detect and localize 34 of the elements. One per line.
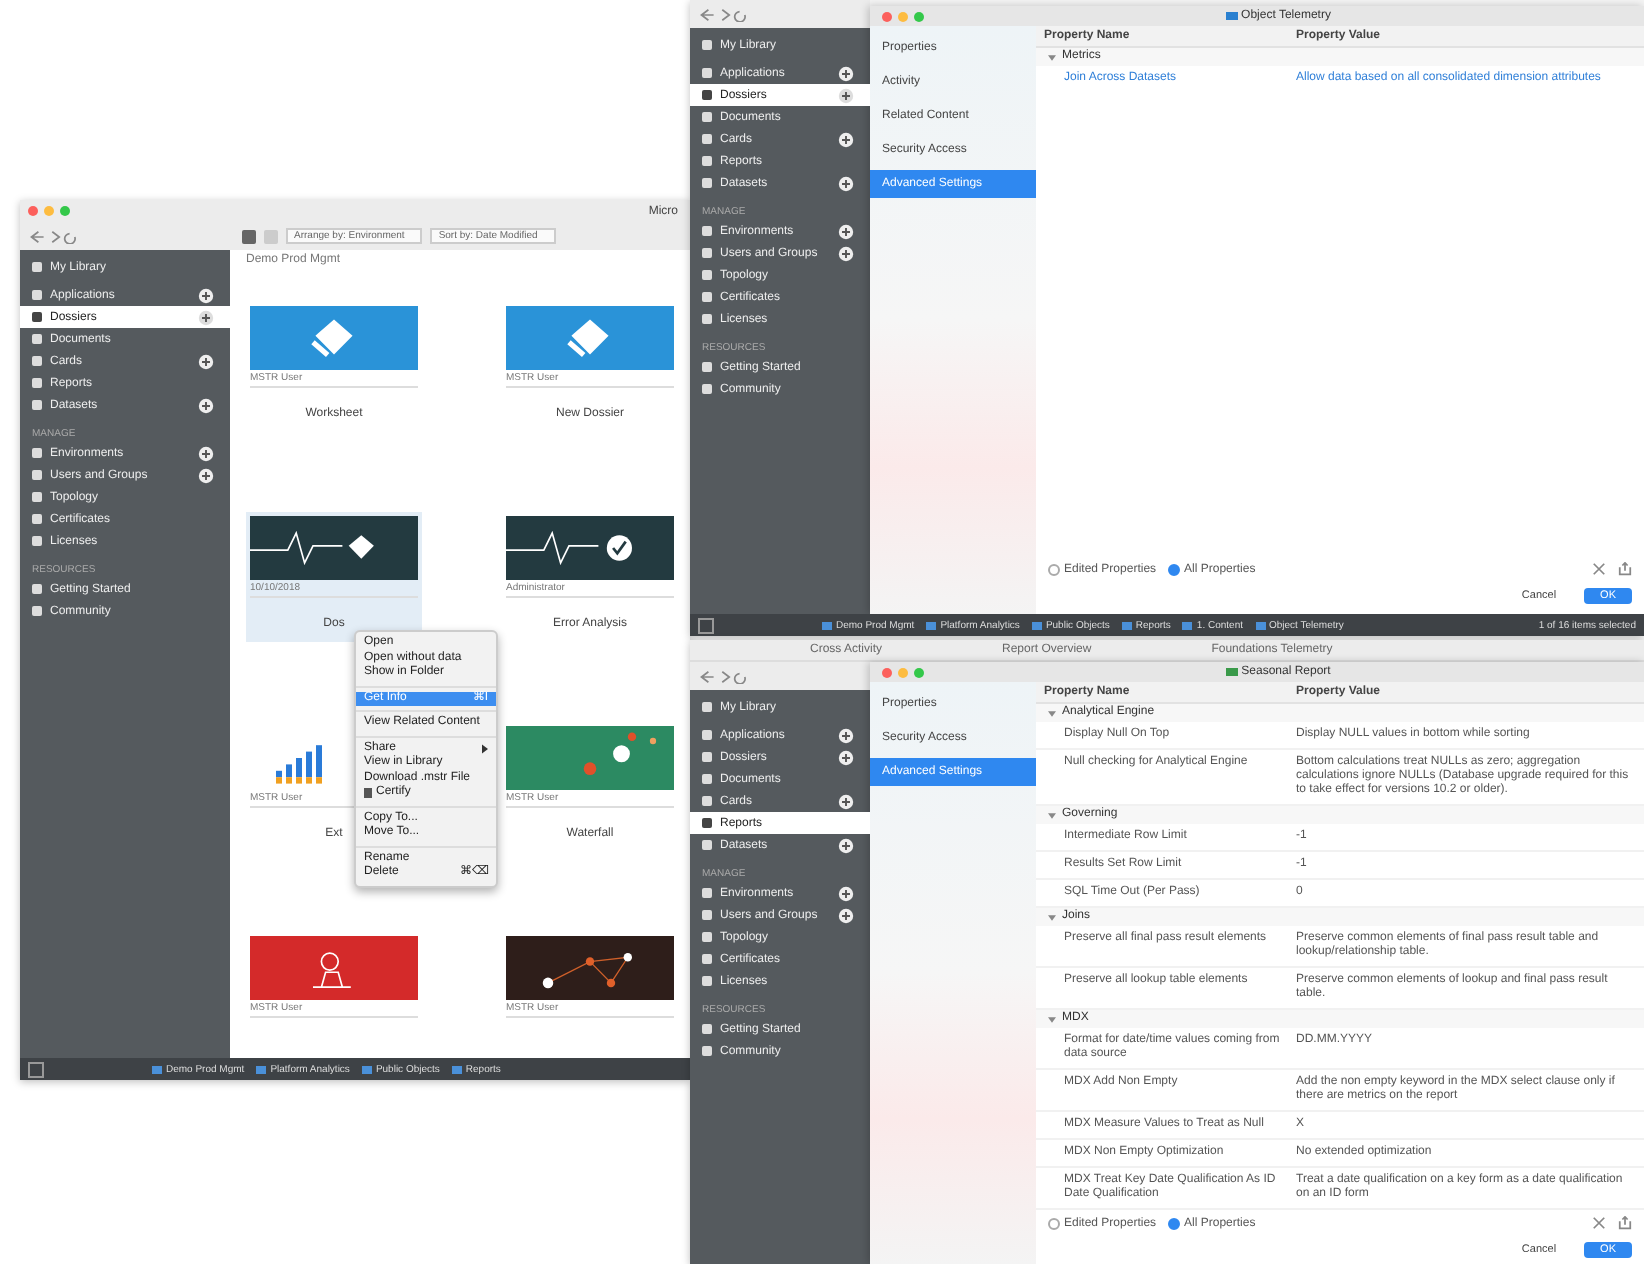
caret-icon[interactable] xyxy=(1048,913,1056,921)
caret-icon[interactable] xyxy=(1048,811,1056,819)
add-icon[interactable] xyxy=(838,793,854,809)
add-icon[interactable] xyxy=(198,287,214,303)
caret-icon[interactable] xyxy=(1048,53,1056,61)
navigation-arrows-icon[interactable] xyxy=(28,229,80,243)
add-icon[interactable] xyxy=(838,885,854,901)
sidebar-toggle-icon[interactable] xyxy=(698,617,714,633)
add-icon[interactable] xyxy=(838,749,854,765)
grid-view-icon[interactable] xyxy=(242,229,256,243)
sidebar-toggle-icon[interactable] xyxy=(28,1061,44,1077)
add-icon[interactable] xyxy=(838,131,854,147)
add-icon[interactable] xyxy=(198,445,214,461)
add-icon[interactable] xyxy=(838,727,854,743)
add-icon[interactable] xyxy=(838,907,854,923)
export-icon[interactable] xyxy=(1618,1216,1632,1230)
add-icon[interactable] xyxy=(198,397,214,413)
add-icon[interactable] xyxy=(838,245,854,261)
window-controls-icon[interactable] xyxy=(28,206,70,216)
add-icon[interactable] xyxy=(198,467,214,483)
add-icon[interactable] xyxy=(198,309,214,325)
add-icon[interactable] xyxy=(838,175,854,191)
export-icon[interactable] xyxy=(1618,562,1632,576)
navigation-arrows-icon[interactable] xyxy=(698,669,750,683)
add-icon[interactable] xyxy=(198,353,214,369)
add-icon[interactable] xyxy=(838,837,854,853)
reset-icon[interactable] xyxy=(1592,1216,1606,1230)
navigation-arrows-icon[interactable] xyxy=(698,7,750,21)
add-icon[interactable] xyxy=(838,223,854,239)
caret-icon[interactable] xyxy=(1048,709,1056,717)
reset-icon[interactable] xyxy=(1592,562,1606,576)
add-icon[interactable] xyxy=(838,65,854,81)
caret-icon[interactable] xyxy=(1048,1015,1056,1023)
add-icon[interactable] xyxy=(838,87,854,103)
